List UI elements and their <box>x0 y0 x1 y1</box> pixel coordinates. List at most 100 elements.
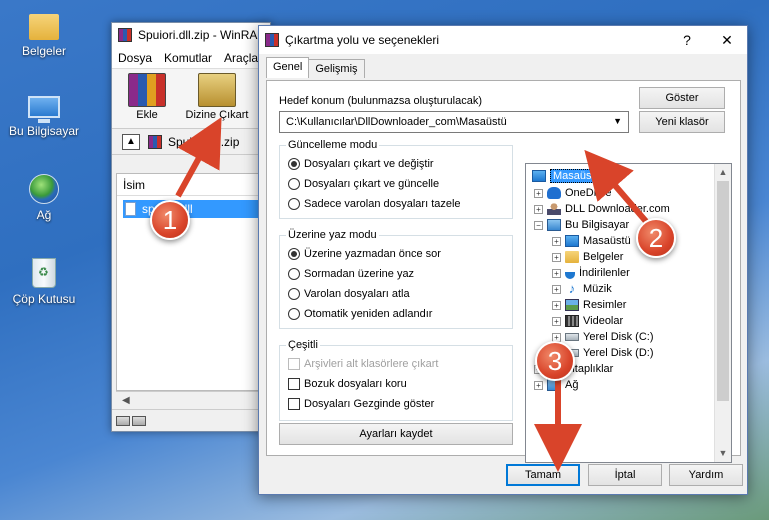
tab-advanced[interactable]: Gelişmiş <box>308 59 365 78</box>
column-header-name[interactable]: İsim <box>117 174 269 196</box>
option-label: Dosyaları çıkart ve güncelle <box>304 178 440 190</box>
callout-step-3: 3 <box>535 341 575 381</box>
extract-to-subfolders-checkbox: Arşivleri alt klasörlere çıkart <box>288 358 438 370</box>
radio-button[interactable] <box>288 248 300 260</box>
destination-combobox[interactable]: C:\Kullanıcılar\DllDownloader_com\Masaüs… <box>279 111 629 133</box>
option-label: Otomatik yeniden adlandır <box>304 308 433 320</box>
tree-item-onedrive[interactable]: + OneDrive <box>534 185 611 201</box>
extract-to-button[interactable]: Dizine Çıkart <box>182 69 252 128</box>
tree-item-desktop[interactable]: + Masaüstü <box>552 233 631 249</box>
radio-button[interactable] <box>288 288 300 300</box>
close-icon[interactable]: ✕ <box>707 32 747 49</box>
overwrite-option-rename[interactable]: Otomatik yeniden adlandır <box>288 308 432 320</box>
tree-item-label: DLL Downloader.com <box>565 203 670 215</box>
desktop-icon-recycle-bin[interactable]: Çöp Kutusu <box>8 256 80 306</box>
file-row[interactable]: spuiori.dll <box>123 200 263 218</box>
add-button[interactable]: Ekle <box>112 69 182 128</box>
tab-general[interactable]: Genel <box>266 57 310 78</box>
tree-item-downloads[interactable]: + İndirilenler <box>552 265 630 281</box>
expand-icon[interactable]: + <box>534 188 543 198</box>
show-button[interactable]: Göster <box>639 87 725 109</box>
radio-button[interactable] <box>288 158 300 170</box>
radio-button[interactable] <box>288 198 300 210</box>
horizontal-scrollbar[interactable]: ◀ <box>116 391 270 409</box>
keep-broken-files-checkbox[interactable]: Bozuk dosyaları koru <box>288 378 407 390</box>
desktop-icon-label: Belgeler <box>21 44 67 58</box>
radio-button[interactable] <box>288 308 300 320</box>
update-mode-option-replace[interactable]: Dosyaları çıkart ve değiştir <box>288 158 434 170</box>
pictures-icon <box>565 299 579 311</box>
radio-button[interactable] <box>288 268 300 280</box>
update-mode-option-freshen[interactable]: Sadece varolan dosyaları tazele <box>288 198 461 210</box>
tree-item-label: Masaüstü <box>550 169 604 183</box>
tree-item-label: Resimler <box>583 299 627 311</box>
winrar-window: Spuiori.dll.zip - WinRAR Dosya Komutlar … <box>111 22 271 432</box>
expand-icon[interactable]: + <box>534 380 543 390</box>
overwrite-option-without-prompt[interactable]: Sormadan üzerine yaz <box>288 268 414 280</box>
chevron-down-icon[interactable]: ▼ <box>613 116 622 126</box>
tree-item-this-pc[interactable]: − Bu Bilgisayar <box>534 217 629 233</box>
extract-icon <box>198 73 236 107</box>
scroll-down-icon[interactable]: ▼ <box>715 445 731 462</box>
expand-icon[interactable]: + <box>534 204 543 214</box>
network-icon <box>29 174 59 204</box>
expand-icon[interactable]: + <box>552 268 561 278</box>
video-icon <box>565 315 579 327</box>
tree-vertical-scrollbar[interactable]: ▲ ▼ <box>714 164 731 462</box>
up-folder-icon[interactable]: ▲ <box>122 133 140 150</box>
desktop-icon-label: Ağ <box>36 208 52 222</box>
computer-icon <box>28 96 60 123</box>
archive-path[interactable]: Spuiori.dll.zip <box>168 135 239 149</box>
tree-item-documents[interactable]: + Belgeler <box>552 249 623 265</box>
tree-item-user[interactable]: + DLL Downloader.com <box>534 201 670 217</box>
tree-item-desktop-root[interactable]: Masaüstü <box>532 168 604 184</box>
tree-item-music[interactable]: + ♪ Müzik <box>552 281 612 297</box>
collapse-icon[interactable]: − <box>534 220 543 230</box>
cancel-button[interactable]: İptal <box>588 464 662 486</box>
expand-icon[interactable]: + <box>552 236 561 246</box>
checkbox[interactable] <box>288 398 300 410</box>
save-settings-button[interactable]: Ayarları kaydet <box>279 423 513 445</box>
overwrite-option-skip[interactable]: Varolan dosyaları atla <box>288 288 410 300</box>
expand-icon[interactable]: + <box>552 284 561 294</box>
dialog-titlebar[interactable]: Çıkartma yolu ve seçenekleri ? ✕ <box>259 26 747 54</box>
tree-item-local-disk-c[interactable]: + Yerel Disk (C:) <box>552 329 654 345</box>
help-button[interactable]: Yardım <box>669 464 743 486</box>
tree-item-label: Videolar <box>583 315 624 327</box>
tree-item-label: Belgeler <box>583 251 624 263</box>
option-label: Sormadan üzerine yaz <box>304 268 415 280</box>
desktop-icon-this-pc[interactable]: Bu Bilgisayar <box>8 90 80 138</box>
option-label: Sadece varolan dosyaları tazele <box>304 198 461 210</box>
winrar-titlebar[interactable]: Spuiori.dll.zip - WinRAR <box>112 23 270 47</box>
expand-icon[interactable]: + <box>552 252 561 262</box>
scroll-thumb[interactable] <box>717 181 729 401</box>
expand-icon[interactable]: + <box>552 316 561 326</box>
overwrite-option-ask[interactable]: Üzerine yazmadan önce sor <box>288 248 441 260</box>
update-mode-option-update[interactable]: Dosyaları çıkart ve güncelle <box>288 178 439 190</box>
extract-button-label: Dizine Çıkart <box>185 109 249 121</box>
show-in-explorer-checkbox[interactable]: Dosyaları Gezginde göster <box>288 398 434 410</box>
help-icon[interactable]: ? <box>667 32 707 48</box>
checkbox[interactable] <box>288 378 300 390</box>
tree-item-videos[interactable]: + Videolar <box>552 313 623 329</box>
scroll-up-icon[interactable]: ▲ <box>715 164 731 181</box>
option-label: Bozuk dosyaları koru <box>304 378 407 390</box>
desktop-icon-network[interactable]: Ağ <box>8 172 80 222</box>
folder-tree[interactable]: Masaüstü + OneDrive + DLL Downloader.com… <box>525 163 732 463</box>
radio-button[interactable] <box>288 178 300 190</box>
callout-step-2: 2 <box>636 218 676 258</box>
tree-item-label: İndirilenler <box>579 267 630 279</box>
menu-commands[interactable]: Komutlar <box>158 51 218 65</box>
menu-file[interactable]: Dosya <box>112 51 158 65</box>
folder-icon <box>29 14 59 40</box>
desktop-icon <box>532 170 546 182</box>
ok-button[interactable]: Tamam <box>506 464 580 486</box>
desktop-icon-documents[interactable]: Belgeler <box>8 10 80 58</box>
expand-icon[interactable]: + <box>552 300 561 310</box>
tree-item-pictures[interactable]: + Resimler <box>552 297 626 313</box>
winrar-icon <box>118 28 132 42</box>
new-folder-button[interactable]: Yeni klasör <box>639 111 725 133</box>
archive-icon <box>148 134 162 149</box>
recycle-bin-icon <box>32 258 56 288</box>
tree-item-label: Müzik <box>583 283 612 295</box>
